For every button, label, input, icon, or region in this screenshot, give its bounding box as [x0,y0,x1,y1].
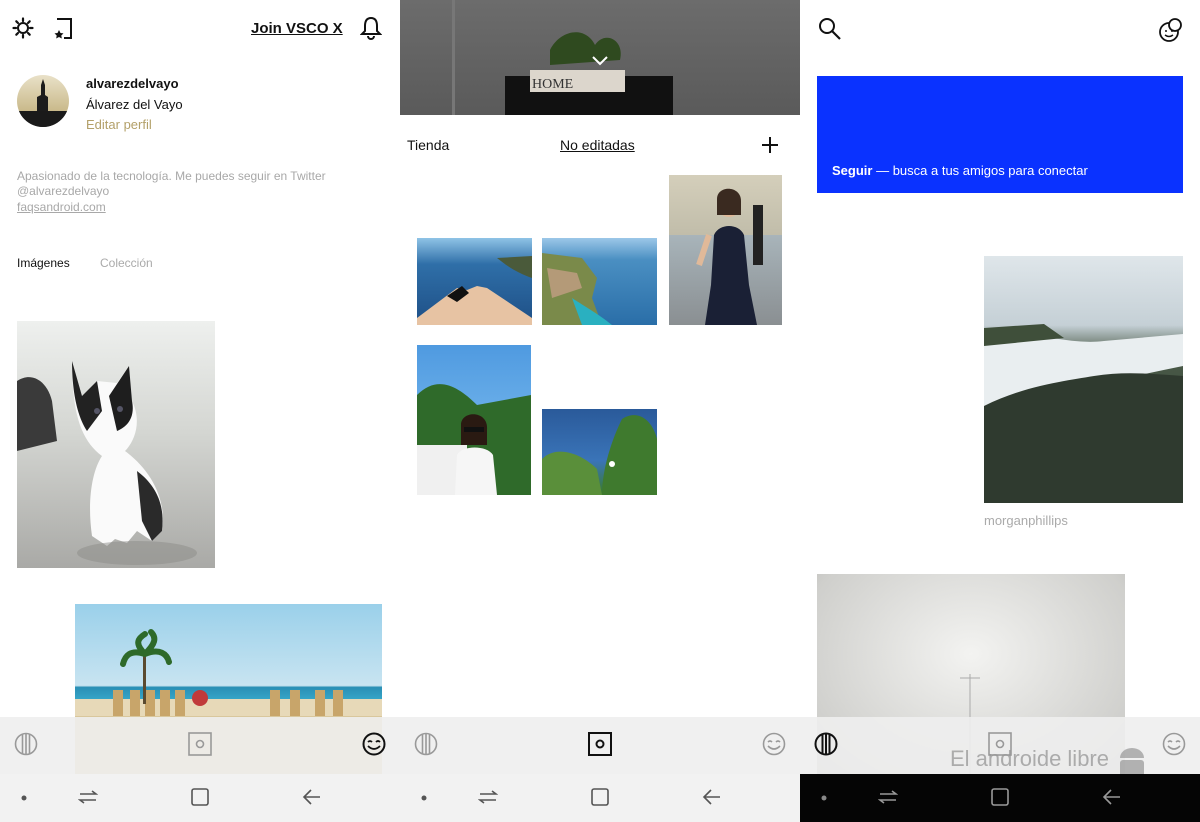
profile-face-icon[interactable] [762,732,786,756]
back-icon[interactable] [1102,786,1122,808]
unedited-filter[interactable]: No editadas [560,137,635,153]
system-nav-bar [400,774,800,822]
feed-username[interactable]: morganphillips [984,513,1068,528]
edit-profile-link[interactable]: Editar perfil [86,117,152,132]
watermark-text: El androide libre [950,746,1109,771]
display-name: Álvarez del Vayo [86,97,183,112]
bio-text: Apasionado de la tecnología. Me puedes s… [17,169,326,183]
svg-text:HOME: HOME [532,77,573,92]
plus-icon[interactable] [761,136,779,154]
feed-icon[interactable] [814,732,838,756]
chevron-down-icon[interactable] [591,55,609,67]
feed-icon[interactable] [14,732,38,756]
photo-sea-trees[interactable] [542,409,657,495]
bell-icon[interactable] [360,16,382,40]
photo-hands-sea[interactable] [417,238,532,325]
profile-screen: Join VSCO X alvarezdelvayo Álvarez del V… [0,0,400,822]
recents-icon[interactable] [478,786,498,808]
profile-face-icon[interactable] [362,732,386,756]
back-icon[interactable] [702,786,722,808]
photo-kitten[interactable] [17,321,215,568]
photo-glacier[interactable] [984,256,1183,503]
faces-icon[interactable] [1158,17,1184,43]
home-icon[interactable] [190,786,210,808]
tab-collection[interactable]: Colección [100,256,153,270]
search-icon[interactable] [818,17,842,41]
avatar[interactable] [17,75,69,127]
system-nav-bar [0,774,400,822]
profile-face-icon[interactable] [1162,732,1186,756]
system-nav-bar [800,774,1200,822]
bio-twitter-handle: @alvarezdelvayo [17,184,110,198]
photo-woman-sunglasses[interactable] [417,345,531,495]
studio-icon[interactable] [588,732,612,756]
dot-icon[interactable] [420,794,428,802]
studio-screen: HOME Tienda No editadas [400,0,800,822]
back-icon[interactable] [302,786,322,808]
dot-icon[interactable] [820,794,828,802]
dot-icon[interactable] [20,794,28,802]
banner-description: — busca a tus amigos para conectar [872,163,1088,178]
bottom-tab-bar [400,717,800,774]
feed-icon[interactable] [414,732,438,756]
join-vsco-x-link[interactable]: Join VSCO X [251,20,343,37]
photo-woman-dress[interactable] [669,175,782,325]
banner-text: Seguir — busca a tus amigos para conecta… [832,163,1088,178]
settings-icon[interactable] [12,17,34,39]
find-friends-banner[interactable]: Seguir — busca a tus amigos para conecta… [817,76,1183,193]
home-icon[interactable] [590,786,610,808]
bottom-tab-bar [0,717,400,774]
profile-link[interactable]: faqsandroid.com [17,200,106,214]
banner-bold: Seguir [832,163,873,178]
recents-icon[interactable] [78,786,98,808]
feed-screen: Seguir — busca a tus amigos para conecta… [800,0,1200,822]
tab-images[interactable]: Imágenes [17,256,70,270]
bookmark-star-icon[interactable] [53,18,73,40]
home-icon[interactable] [990,786,1010,808]
username: alvarezdelvayo [86,76,179,91]
studio-icon[interactable] [188,732,212,756]
recents-icon[interactable] [878,786,898,808]
photo-coast-cliff[interactable] [542,238,657,325]
shop-tab[interactable]: Tienda [407,137,449,153]
